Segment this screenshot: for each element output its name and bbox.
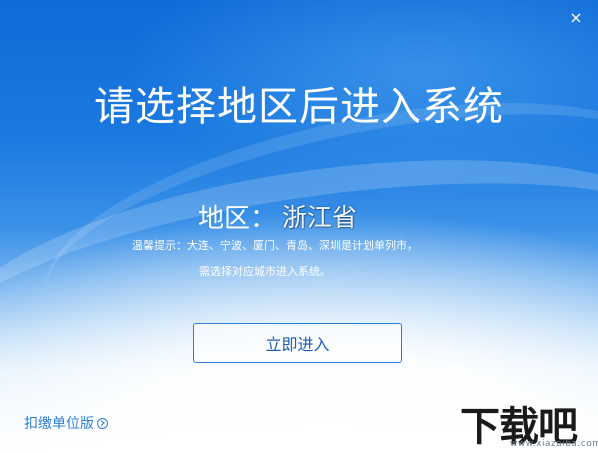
close-icon: × — [569, 8, 583, 27]
watermark-logo: 下载吧 www.xiazaiba.com — [460, 394, 598, 453]
switch-version-label: 扣缴单位版 — [24, 416, 94, 432]
region-dropdown[interactable]: 浙江省 — [282, 198, 357, 234]
hint-text-line2: 需选择对应城市进入系统。 — [199, 265, 331, 278]
close-button[interactable]: × — [568, 10, 584, 26]
region-label: 地区： — [198, 203, 277, 234]
switch-version-link[interactable]: 扣缴单位版 — [24, 413, 108, 433]
region-selector-row: 地区： 浙江省 — [198, 196, 357, 236]
login-window: × 请选择地区后进入系统 地区： 浙江省 温馨提示：大连、宁波、厦门、青岛、深圳… — [0, 0, 598, 453]
hint-text-line1: 温馨提示：大连、宁波、厦门、青岛、深圳是计划单列市， — [132, 239, 418, 252]
watermark-site: www.xiazaiba.com — [510, 439, 598, 449]
circle-arrow-right-icon — [97, 417, 108, 429]
page-title: 请选择地区后进入系统 — [94, 84, 504, 130]
enter-system-button[interactable]: 立即进入 — [193, 323, 402, 363]
